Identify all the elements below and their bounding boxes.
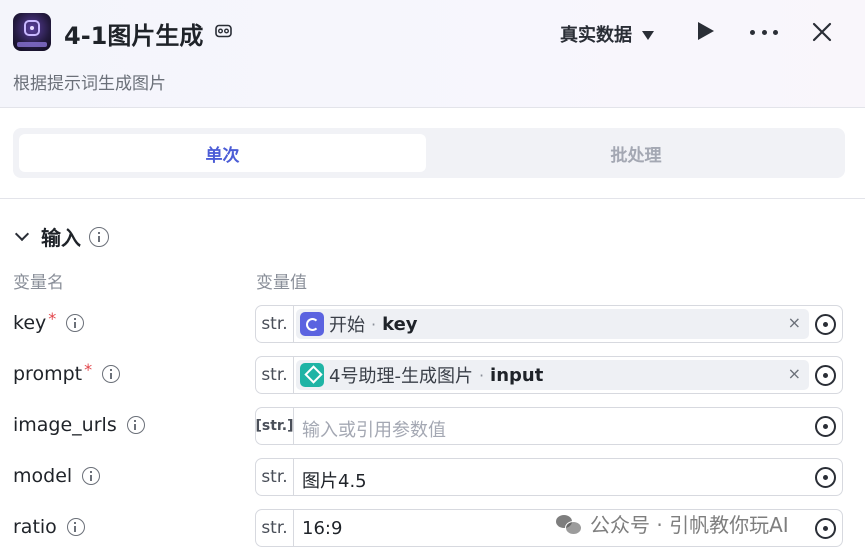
variable-reference-icon[interactable] [815,467,836,488]
info-icon[interactable] [89,226,109,247]
value-input-placeholder[interactable]: 输入或引用参数值 [302,416,446,442]
section-title: 输入 [41,226,81,250]
variable-reference-icon[interactable] [815,365,836,386]
input-row-prompt: prompt * str. 4号助理-生成图片 · input × [0,355,865,395]
node-header: 4-1图片生成 根据提示词生成图片 真实数据 [0,0,865,108]
chevron-down-icon[interactable] [14,226,30,241]
reference-field: key [382,313,418,335]
node-logo-icon [13,13,51,51]
wechat-icon [556,513,582,535]
remove-reference-icon[interactable]: × [788,313,801,332]
variable-name: ratio [13,516,85,538]
required-mark: * [84,359,93,379]
variable-reference-icon[interactable] [815,518,836,539]
watermark: 公众号 · 引帆教你玩AI [556,509,789,538]
info-icon[interactable] [66,314,85,332]
play-icon[interactable] [698,22,714,40]
start-node-icon [300,312,324,336]
input-row-image-urls: image_urls [str.] 输入或引用参数值 [0,406,865,446]
reference-node: 开始 [329,315,365,336]
agent-node-icon [300,363,324,387]
more-icon[interactable] [750,28,778,36]
caret-down-icon [642,30,654,40]
required-mark: * [48,308,57,328]
reference-chip[interactable]: 4号助理-生成图片 · input × [296,360,809,390]
data-source-dropdown[interactable]: 真实数据 [560,21,654,47]
data-source-label: 真实数据 [560,25,632,46]
value-field[interactable]: str. 4号助理-生成图片 · input × [255,356,843,394]
watermark-text: 公众号 · 引帆教你玩AI [590,513,789,537]
info-icon[interactable] [82,467,101,485]
value-input[interactable]: 16:9 [302,518,342,539]
info-icon[interactable] [66,518,85,536]
reference-field: input [490,364,544,386]
close-icon[interactable] [810,20,834,44]
value-field[interactable]: str. 图片4.5 [255,458,843,496]
reference-node: 4号助理-生成图片 [329,366,473,387]
node-title: 4-1图片生成 [64,22,204,50]
variable-name: image_urls [13,414,145,436]
variable-reference-icon[interactable] [815,314,836,335]
column-header-name: 变量名 [13,273,64,293]
info-icon[interactable] [126,416,145,434]
remove-reference-icon[interactable]: × [788,364,801,383]
type-badge: str. [256,357,294,393]
variable-name: prompt * [13,359,121,385]
info-icon[interactable] [102,365,121,383]
type-badge: str. [256,459,294,495]
column-header-value: 变量值 [256,273,307,293]
vr-glasses-icon[interactable] [215,24,232,39]
node-description: 根据提示词生成图片 [13,74,166,94]
value-input[interactable]: 图片4.5 [302,467,367,493]
reference-chip[interactable]: 开始 · key × [296,309,809,339]
type-badge: [str.] [255,408,294,444]
input-row-key: key * str. 开始 · key × [0,304,865,344]
value-field[interactable]: str. 开始 · key × [255,305,843,343]
tab-single[interactable]: 单次 [19,134,426,172]
input-row-model: model str. 图片4.5 [0,457,865,497]
variable-reference-icon[interactable] [815,416,836,437]
type-badge: str. [256,510,294,546]
run-mode-tabs: 单次 批处理 [13,128,845,178]
value-field[interactable]: [str.] 输入或引用参数值 [255,407,843,445]
divider [0,198,865,199]
input-section-header[interactable]: 输入 [13,222,109,251]
variable-name: model [13,465,101,487]
tab-batch[interactable]: 批处理 [433,134,839,172]
variable-name: key * [13,308,85,334]
type-badge: str. [256,306,294,342]
